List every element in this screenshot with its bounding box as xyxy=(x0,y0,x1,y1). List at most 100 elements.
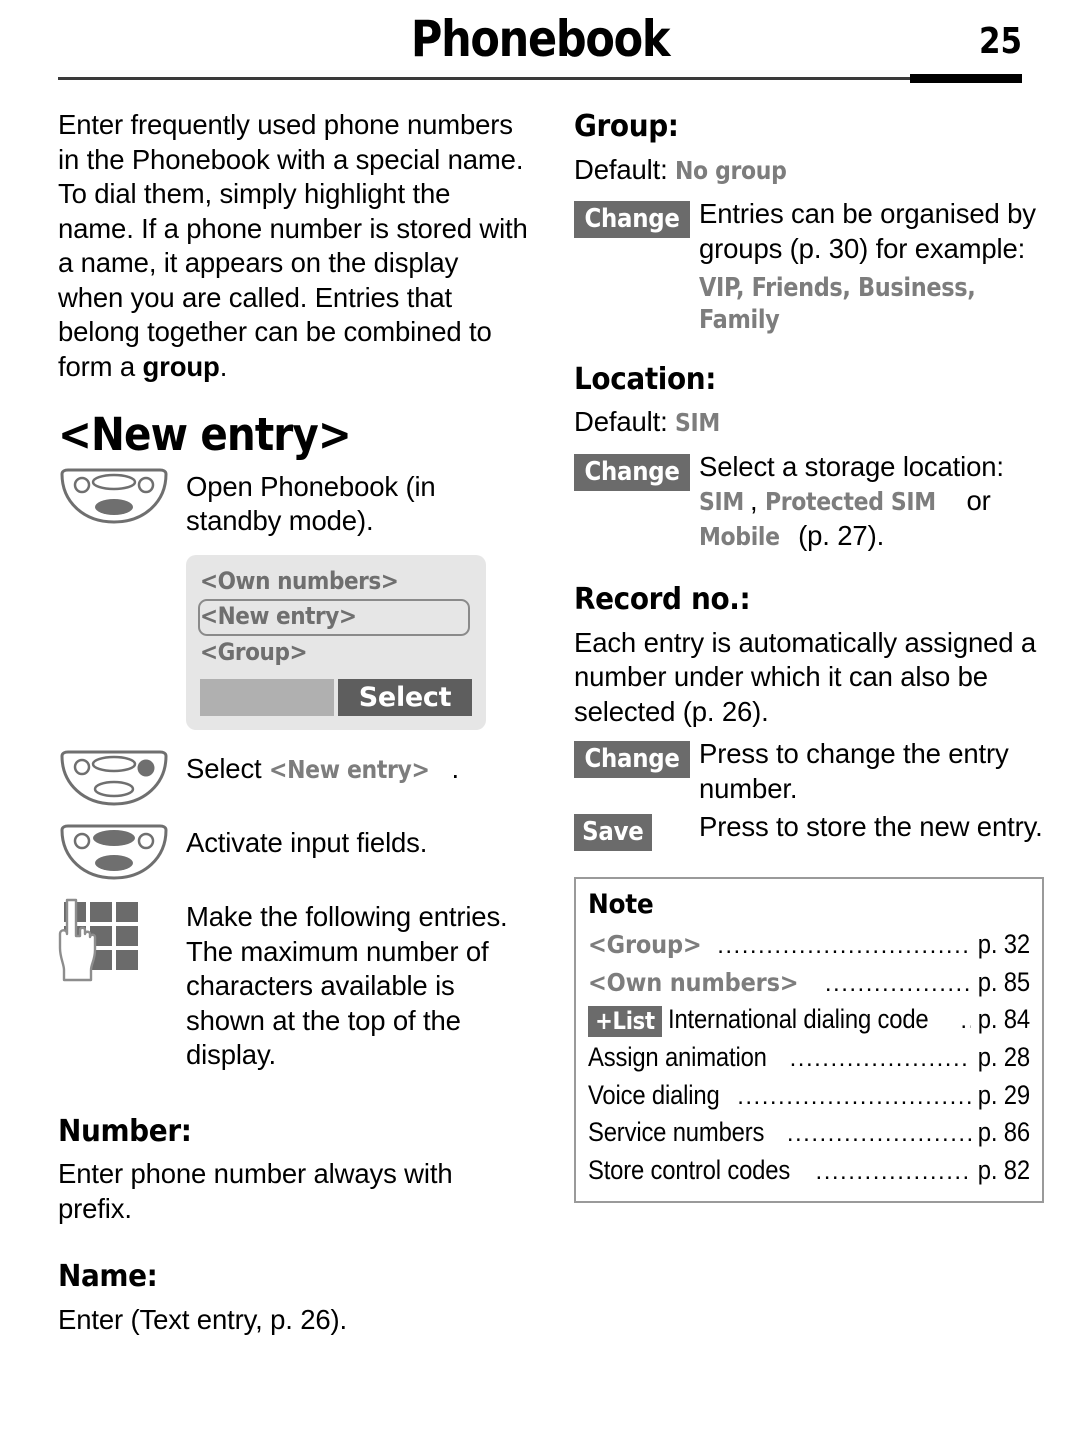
step-select-new-entry: Select <New entry>. xyxy=(58,748,528,806)
note-row-voice-dialing[interactable]: Voice dialing ..........................… xyxy=(588,1077,1030,1115)
record-save-text: Press to store the new entry. xyxy=(699,811,1043,842)
page-header: Phonebook 25 xyxy=(58,0,1022,86)
navigation-key-right-icon xyxy=(58,748,186,806)
display-item-group[interactable]: <Group> xyxy=(200,638,472,669)
change-softkey-group[interactable]: Change xyxy=(574,201,691,238)
note-box: Note <Group> ...........................… xyxy=(574,877,1044,1204)
note-label-service-numbers: Service numbers xyxy=(588,1117,765,1148)
location-default-label: Default: xyxy=(574,406,676,437)
note-label-own-numbers: <Own numbers> xyxy=(588,967,799,997)
location-change-row: Change Select a storage location: SIM, P… xyxy=(574,450,1044,554)
step-select-prefix: Select xyxy=(186,753,270,785)
note-page-service-numbers: p. 86 xyxy=(977,1117,1030,1148)
note-row-store-control-codes[interactable]: Store control codes ....................… xyxy=(588,1152,1030,1190)
location-default-value: SIM xyxy=(675,408,720,437)
step-activate-input-fields: Activate input fields. xyxy=(58,822,528,880)
step-select-ui-ref: <New entry> xyxy=(269,755,430,785)
record-save-key-wrap: Save xyxy=(574,810,699,851)
step-make-entries-text: Make the following entries. The maximum … xyxy=(186,901,508,1071)
note-page-voice-dialing: p. 29 xyxy=(977,1079,1030,1110)
note-row-service-numbers[interactable]: Service numbers ........................… xyxy=(588,1114,1030,1152)
note-page-intl-dialing-code: p. 84 xyxy=(977,1004,1030,1035)
record-change-row: Change Press to change the entry number. xyxy=(574,737,1044,806)
save-softkey[interactable]: Save xyxy=(574,814,652,851)
group-default-line: Default: No group xyxy=(574,153,1044,188)
change-softkey-record[interactable]: Change xyxy=(574,741,691,778)
note-page-assign-animation: p. 28 xyxy=(977,1041,1030,1072)
group-examples-wrap: VIP, Friends, Business, Family xyxy=(699,272,1044,337)
group-change-text: Entries can be organised by groups (p. 3… xyxy=(699,198,1036,264)
number-heading: Number: xyxy=(58,1113,192,1149)
location-change-key-wrap: Change xyxy=(574,450,699,491)
right-column: Group: Default: No group Change Entries … xyxy=(574,108,1044,1337)
record-save-row: Save Press to store the new entry. xyxy=(574,810,1044,851)
header-rule-accent xyxy=(910,74,1022,83)
change-softkey-group-label: Change xyxy=(584,204,680,234)
location-change-intro: Select a storage location: xyxy=(699,450,1004,482)
display-item-group-label: <Group> xyxy=(200,637,308,666)
intro-bold-word: group xyxy=(142,350,220,382)
record-change-key-wrap: Change xyxy=(574,737,699,778)
left-column: Enter frequently used phone numbers in t… xyxy=(58,108,528,1337)
change-softkey-record-label: Change xyxy=(584,744,680,774)
note-page-own-numbers: p. 85 xyxy=(977,966,1030,997)
phone-display-mockup: <Own numbers> <New entry> <Group> Select xyxy=(186,554,486,731)
record-no-body: Each entry is automatically assigned a n… xyxy=(574,626,1037,727)
step-select-suffix: . xyxy=(451,753,460,785)
note-label-assign-animation: Assign animation xyxy=(588,1041,767,1072)
note-leader-store-control-codes: ........................................… xyxy=(815,1157,972,1185)
step-open-phonebook: Open Phonebook (in standby mode). xyxy=(58,466,528,539)
note-label-voice-dialing: Voice dialing xyxy=(588,1079,720,1110)
keypad-icon xyxy=(58,896,186,982)
note-label-store-control-codes: Store control codes xyxy=(588,1154,791,1185)
record-no-heading: Record no.: xyxy=(574,582,751,617)
location-option-protected-sim: Protected SIM xyxy=(764,487,936,516)
content-columns: Enter frequently used phone numbers in t… xyxy=(58,108,1044,1337)
note-label-group: <Group> xyxy=(588,930,702,959)
location-default-line: Default: SIM xyxy=(574,405,1044,440)
display-item-new-entry[interactable]: <New entry> xyxy=(198,599,470,636)
page-number: 25 xyxy=(978,21,1022,62)
group-examples: VIP, Friends, Business, Family xyxy=(699,273,976,335)
note-row-group[interactable]: <Group> ................................… xyxy=(588,926,1030,964)
new-entry-heading: <New entry> xyxy=(58,408,352,461)
note-page-group: p. 32 xyxy=(977,929,1030,959)
navigation-key-press-icon xyxy=(58,822,186,880)
location-option-sim: SIM xyxy=(699,487,744,516)
location-heading: Location: xyxy=(574,361,717,397)
note-leader-own-numbers: ........................................… xyxy=(824,969,971,997)
intro-text-part2: . xyxy=(219,350,228,382)
plus-list-softkey[interactable]: +List xyxy=(588,1005,662,1037)
display-softkey-select[interactable]: Select xyxy=(338,679,472,717)
group-default-value: No group xyxy=(675,155,787,185)
group-change-row: Change Entries can be organised by group… xyxy=(574,197,1044,266)
intro-paragraph: Enter frequently used phone numbers in t… xyxy=(58,108,528,384)
note-row-intl-dialing-code[interactable]: +List International dialing code .......… xyxy=(588,1001,1030,1039)
header-rule xyxy=(58,77,1022,80)
note-row-own-numbers[interactable]: <Own numbers> ..........................… xyxy=(588,964,1030,1002)
page-title: Phonebook xyxy=(410,10,671,68)
location-sep2: or xyxy=(959,485,991,516)
name-body: Enter (Text entry, p. 26). xyxy=(58,1303,348,1335)
note-row-assign-animation[interactable]: Assign animation .......................… xyxy=(588,1039,1030,1077)
display-softkey-left[interactable] xyxy=(200,679,334,717)
location-tail: (p. 27). xyxy=(790,519,885,551)
location-option-mobile: Mobile xyxy=(699,521,780,551)
change-softkey-location-label: Change xyxy=(584,456,680,487)
plus-list-key-wrap: +List xyxy=(588,1001,662,1039)
display-softkey-bar: Select xyxy=(200,679,472,717)
plus-list-softkey-label: +List xyxy=(595,1006,655,1035)
group-heading: Group: xyxy=(574,109,679,144)
note-leader-assign-animation: ........................................… xyxy=(789,1044,971,1072)
note-leader-service-numbers: ........................................… xyxy=(786,1120,971,1148)
note-leader-group: ........................................… xyxy=(717,932,972,959)
display-item-own-numbers[interactable]: <Own numbers> xyxy=(200,567,472,598)
change-softkey-location[interactable]: Change xyxy=(574,453,691,491)
group-default-label: Default: xyxy=(574,153,676,185)
name-heading: Name: xyxy=(58,1259,158,1295)
location-sep1: , xyxy=(750,485,765,516)
record-change-text: Press to change the entry number. xyxy=(699,738,1009,804)
note-title: Note xyxy=(588,889,654,920)
number-body: Enter phone number always with prefix. xyxy=(58,1158,453,1224)
note-leader-intl-dialing-code: ........................................… xyxy=(960,1007,971,1035)
